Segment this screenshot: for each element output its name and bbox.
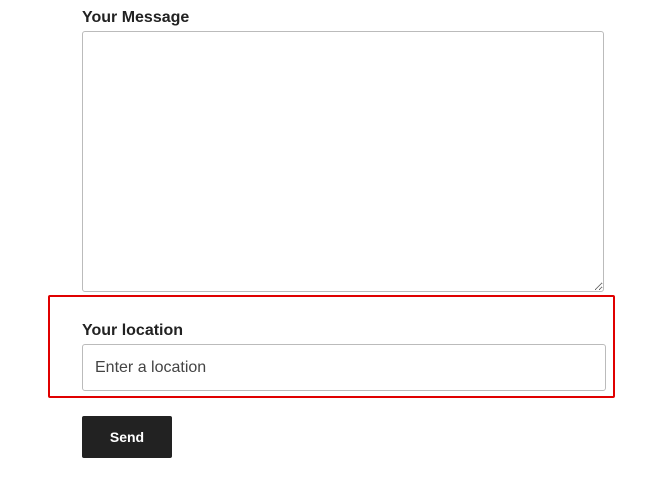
message-textarea[interactable] [82, 31, 604, 292]
message-label: Your Message [82, 9, 190, 26]
send-button[interactable]: Send [82, 416, 172, 458]
location-input[interactable] [82, 344, 606, 391]
location-label: Your location [82, 322, 184, 339]
